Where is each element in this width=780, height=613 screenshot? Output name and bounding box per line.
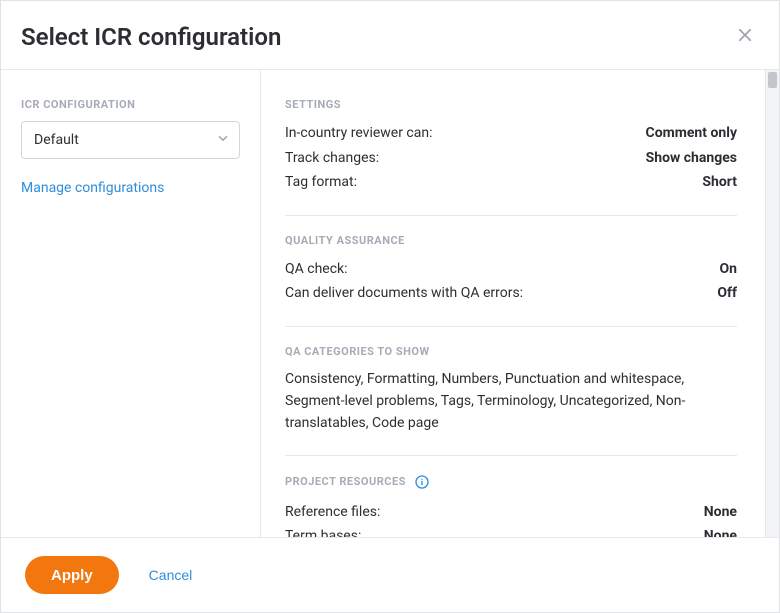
icr-config-dialog: Select ICR configuration ICR CONFIGURATI… <box>0 0 780 613</box>
settings-label: SETTINGS <box>285 98 737 111</box>
qa-key: QA check: <box>285 257 348 282</box>
qa-row: QA check: On <box>285 257 737 282</box>
qa-key: Can deliver documents with QA errors: <box>285 281 523 306</box>
resource-key: Term bases: <box>285 524 361 537</box>
settings-value: Short <box>702 170 737 195</box>
dialog-header: Select ICR configuration <box>1 1 779 69</box>
settings-value: Show changes <box>646 146 737 171</box>
qa-value: Off <box>717 281 737 306</box>
config-select-value: Default <box>21 121 240 159</box>
divider <box>285 455 737 456</box>
resources-label: PROJECT RESOURCES <box>285 475 406 488</box>
manage-configurations-link[interactable]: Manage configurations <box>21 180 164 196</box>
config-select[interactable]: Default <box>21 121 240 159</box>
resource-value: None <box>704 500 737 525</box>
config-section-label: ICR CONFIGURATION <box>21 98 240 111</box>
settings-section: SETTINGS In-country reviewer can: Commen… <box>285 98 737 195</box>
settings-row: Tag format: Short <box>285 170 737 195</box>
apply-button[interactable]: Apply <box>25 556 119 594</box>
close-icon <box>736 26 754 48</box>
qa-categories-label: QA CATEGORIES TO SHOW <box>285 345 737 358</box>
settings-row: In-country reviewer can: Comment only <box>285 121 737 146</box>
resource-row: Term bases: None <box>285 524 737 537</box>
dialog-body: ICR CONFIGURATION Default Manage configu… <box>1 69 779 537</box>
config-details: SETTINGS In-country reviewer can: Commen… <box>261 70 765 537</box>
resource-key: Reference files: <box>285 500 380 525</box>
qa-label: QUALITY ASSURANCE <box>285 234 737 247</box>
resource-value: None <box>704 524 737 537</box>
settings-value: Comment only <box>646 121 737 146</box>
qa-categories-section: QA CATEGORIES TO SHOW Consistency, Forma… <box>285 345 737 435</box>
config-sidebar: ICR CONFIGURATION Default Manage configu… <box>1 70 261 537</box>
content-wrap: SETTINGS In-country reviewer can: Commen… <box>261 70 779 537</box>
dialog-title: Select ICR configuration <box>21 23 281 51</box>
cancel-button[interactable]: Cancel <box>149 567 193 583</box>
qa-row: Can deliver documents with QA errors: Of… <box>285 281 737 306</box>
qa-section: QUALITY ASSURANCE QA check: On Can deliv… <box>285 234 737 306</box>
scrollbar[interactable] <box>765 70 779 537</box>
settings-key: Track changes: <box>285 146 379 171</box>
scrollbar-thumb[interactable] <box>768 72 777 88</box>
settings-row: Track changes: Show changes <box>285 146 737 171</box>
settings-key: Tag format: <box>285 170 357 195</box>
settings-key: In-country reviewer can: <box>285 121 433 146</box>
divider <box>285 215 737 216</box>
dialog-footer: Apply Cancel <box>1 537 779 612</box>
qa-categories-text: Consistency, Formatting, Numbers, Punctu… <box>285 368 737 435</box>
info-icon[interactable] <box>414 474 430 490</box>
close-button[interactable] <box>735 27 755 47</box>
resources-section: PROJECT RESOURCES Reference files: None <box>285 474 737 537</box>
resource-row: Reference files: None <box>285 500 737 525</box>
qa-value: On <box>720 257 738 282</box>
divider <box>285 326 737 327</box>
